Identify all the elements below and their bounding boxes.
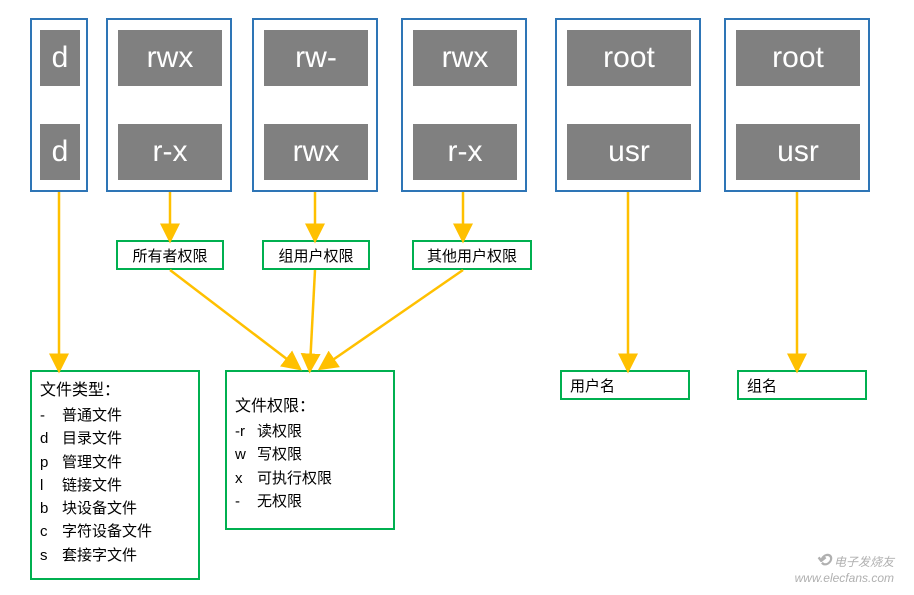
legend-permission: 文件权限： -r读权限w写权限x可执行权限-无权限 — [225, 370, 395, 530]
cell-owner-2: r-x — [118, 124, 222, 180]
legend-key: - — [40, 404, 62, 427]
col-other: rwx r-x — [401, 18, 527, 192]
legend-key: x — [235, 467, 257, 490]
label-groupname: 组名 — [737, 370, 867, 400]
legend-desc: 写权限 — [257, 443, 302, 466]
legend-filetype-row: d目录文件 — [40, 427, 190, 450]
cell-other-2: r-x — [413, 124, 517, 180]
legend-desc: 可执行权限 — [257, 467, 332, 490]
legend-key: -r — [235, 420, 257, 443]
cell-filetype-2: d — [40, 124, 80, 180]
col-user: root usr — [555, 18, 701, 192]
col-group: rw- rwx — [252, 18, 378, 192]
col-groupname: root usr — [724, 18, 870, 192]
legend-desc: 普通文件 — [62, 404, 122, 427]
legend-key: b — [40, 497, 62, 520]
legend-permission-items: -r读权限w写权限x可执行权限-无权限 — [235, 420, 385, 513]
legend-filetype-row: -普通文件 — [40, 404, 190, 427]
legend-key: c — [40, 520, 62, 543]
legend-desc: 链接文件 — [62, 474, 122, 497]
legend-desc: 读权限 — [257, 420, 302, 443]
legend-key: p — [40, 451, 62, 474]
legend-desc: 块设备文件 — [62, 497, 137, 520]
legend-filetype-row: s套接字文件 — [40, 544, 190, 567]
legend-key: d — [40, 427, 62, 450]
label-group-perm: 组用户权限 — [262, 240, 370, 270]
legend-perm-row: x可执行权限 — [235, 467, 385, 490]
legend-permission-title: 文件权限： — [235, 392, 385, 416]
cell-groupname-2: usr — [736, 124, 860, 180]
col-owner: rwx r-x — [106, 18, 232, 192]
legend-key: w — [235, 443, 257, 466]
legend-key: - — [235, 490, 257, 513]
label-owner-perm: 所有者权限 — [116, 240, 224, 270]
legend-perm-row: -r读权限 — [235, 420, 385, 443]
label-other-perm: 其他用户权限 — [412, 240, 532, 270]
legend-perm-row: w写权限 — [235, 443, 385, 466]
watermark-logo-icon: ⟲ — [816, 550, 831, 570]
legend-desc: 目录文件 — [62, 427, 122, 450]
legend-desc: 套接字文件 — [62, 544, 137, 567]
legend-filetype-row: p管理文件 — [40, 451, 190, 474]
cell-filetype-1: d — [40, 30, 80, 86]
cell-group-1: rw- — [264, 30, 368, 86]
watermark: ⟲ 电子发烧友 www.elecfans.com — [795, 550, 894, 585]
cell-user-2: usr — [567, 124, 691, 180]
watermark-name: 电子发烧友 — [834, 555, 894, 569]
legend-desc: 管理文件 — [62, 451, 122, 474]
cell-other-1: rwx — [413, 30, 517, 86]
legend-filetype-title: 文件类型： — [40, 376, 190, 400]
legend-perm-row: -无权限 — [235, 490, 385, 513]
cell-groupname-1: root — [736, 30, 860, 86]
cell-owner-1: rwx — [118, 30, 222, 86]
legend-filetype-row: c字符设备文件 — [40, 520, 190, 543]
legend-desc: 字符设备文件 — [62, 520, 152, 543]
legend-key: s — [40, 544, 62, 567]
label-username: 用户名 — [560, 370, 690, 400]
legend-filetype: 文件类型： -普通文件d目录文件p管理文件l链接文件b块设备文件c字符设备文件s… — [30, 370, 200, 580]
legend-filetype-row: b块设备文件 — [40, 497, 190, 520]
permissions-diagram: d d rwx r-x rw- rwx rwx r-x root usr roo… — [0, 0, 914, 595]
legend-filetype-items: -普通文件d目录文件p管理文件l链接文件b块设备文件c字符设备文件s套接字文件 — [40, 404, 190, 567]
col-filetype: d d — [30, 18, 88, 192]
legend-filetype-row: l链接文件 — [40, 474, 190, 497]
legend-desc: 无权限 — [257, 490, 302, 513]
cell-group-2: rwx — [264, 124, 368, 180]
legend-key: l — [40, 474, 62, 497]
watermark-url: www.elecfans.com — [795, 571, 894, 585]
cell-user-1: root — [567, 30, 691, 86]
